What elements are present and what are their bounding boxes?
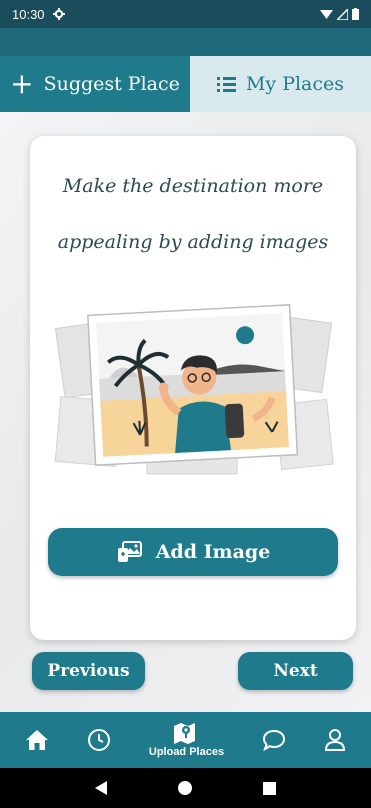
tab-label: Suggest Place [43,73,180,95]
settings-icon [52,8,65,20]
map-icon [174,723,196,744]
signal-icon [337,8,348,20]
travel-selfie-illustration [54,304,334,475]
tab-my-places[interactable]: My Places [190,56,371,112]
clock-icon [87,729,110,751]
nav-profile[interactable] [324,728,346,752]
system-navigation-bar [0,768,371,808]
home-circle-icon[interactable] [177,781,192,795]
recents-icon[interactable] [262,781,276,795]
profile-icon [324,729,345,751]
nav-home[interactable] [25,729,49,751]
nav-upload-places[interactable]: Upload Places [149,722,224,758]
nav-messages[interactable] [262,729,286,751]
tab-suggest-place[interactable]: + Suggest Place [0,56,190,112]
app-bar [0,28,371,56]
next-button[interactable]: Next [238,652,353,690]
card-title: Make the destination more appealing by a… [57,175,329,253]
status-time: 10:30 [12,6,45,22]
tab-bar: + Suggest Place My Places [0,56,371,112]
nav-label: Upload Places [148,746,225,758]
plus-icon: + [10,67,34,100]
add-image-button[interactable]: Add Image [48,528,338,576]
nav-history[interactable] [87,728,111,752]
back-icon[interactable] [95,781,108,795]
tab-label: My Places [245,73,345,95]
chat-icon [263,729,286,751]
upload-card: Make the destination more appealing by a… [30,136,356,640]
add-image-label: Add Image [155,541,271,563]
status-bar: 10:30 [0,0,371,28]
add-photo-icon [117,541,142,562]
previous-button[interactable]: Previous [32,652,145,690]
bottom-navigation: Upload Places [0,712,371,768]
list-icon [216,76,236,92]
wifi-icon [320,9,333,19]
home-icon [25,730,48,750]
battery-icon [352,8,359,20]
